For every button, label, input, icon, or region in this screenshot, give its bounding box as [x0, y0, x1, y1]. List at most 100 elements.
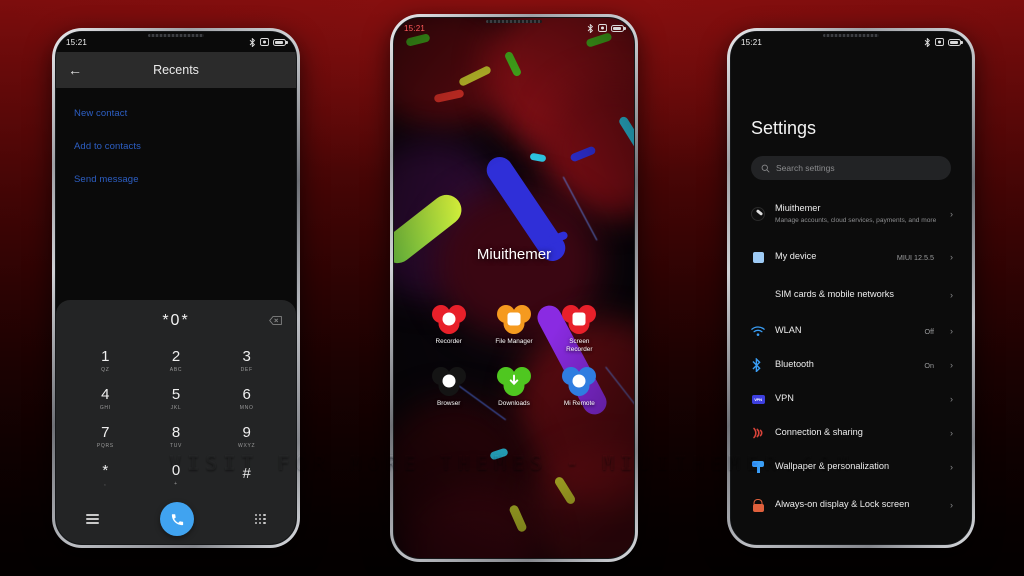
- app-icon-file-manager[interactable]: File Manager: [481, 304, 546, 354]
- app-glyph: [496, 304, 531, 334]
- status-time: 15:21: [66, 37, 88, 47]
- connection-sharing-icon: [753, 427, 763, 439]
- bluetooth-icon: [587, 23, 594, 33]
- home-screen: 15:21 Miuithemer Recorder File Manager Scr…: [394, 18, 634, 558]
- link-add-to-contacts[interactable]: Add to contacts: [74, 141, 278, 152]
- lock-icon: [751, 498, 765, 512]
- settings-row-my-device[interactable]: My device MIUI 12.5.5 ›: [731, 238, 971, 276]
- keypad-key-0[interactable]: 0 +: [141, 456, 212, 494]
- keypad-key-5[interactable]: 5 JKL: [141, 380, 212, 418]
- link-send-message[interactable]: Send message: [74, 174, 278, 185]
- keypad-key-9[interactable]: 9 WXYZ: [211, 418, 282, 456]
- settings-row-account[interactable]: Miuithemer Manage accounts, cloud service…: [731, 190, 971, 238]
- phone-settings: 15:21 Settings Search settings Miuitheme…: [727, 28, 975, 548]
- screenshot-icon: [260, 38, 269, 46]
- key-letters: QZ: [101, 366, 110, 373]
- row-title: Always-on display & Lock screen: [775, 499, 910, 510]
- row-icon: [751, 426, 765, 440]
- app-icon-mi-remote[interactable]: Mi Remote: [547, 366, 612, 408]
- bluetooth-icon: [752, 357, 761, 374]
- recents-action-links: New contact Add to contacts Send message: [56, 94, 296, 221]
- status-icons: [924, 37, 963, 47]
- key-letters: ,: [104, 480, 107, 487]
- keypad-key-3[interactable]: 3 DEF: [211, 342, 282, 380]
- menu-icon[interactable]: [86, 512, 100, 527]
- settings-row-wlan[interactable]: WLAN Off ›: [731, 314, 971, 348]
- link-new-contact[interactable]: New contact: [74, 108, 278, 119]
- dialer-bottom-bar: [56, 494, 296, 544]
- row-value: MIUI 12.5.5: [896, 252, 934, 262]
- keypad-key-8[interactable]: 8 TUV: [141, 418, 212, 456]
- backspace-icon[interactable]: [269, 312, 282, 330]
- settings-row-connection-sharing[interactable]: Connection & sharing ›: [731, 416, 971, 450]
- earpiece-speaker: [486, 20, 542, 23]
- app-icon-recorder[interactable]: Recorder: [416, 304, 481, 354]
- keypad-key-6[interactable]: 6 MNO: [211, 380, 282, 418]
- row-icon: [751, 324, 765, 338]
- bluetooth-icon: [249, 37, 256, 47]
- key-digit: 7: [101, 424, 110, 442]
- app-glyph: [562, 366, 597, 396]
- keypad-key-star[interactable]: *,: [70, 456, 141, 494]
- settings-row-bluetooth[interactable]: Bluetooth On ›: [731, 348, 971, 382]
- chevron-right-icon: ›: [950, 252, 953, 262]
- device-icon: [752, 251, 764, 263]
- chevron-right-icon: ›: [950, 462, 953, 472]
- row-icon: VPN: [751, 392, 765, 406]
- chevron-right-icon: ›: [950, 326, 953, 336]
- call-button[interactable]: [160, 502, 195, 536]
- keypad-key-4[interactable]: 4 GHI: [70, 380, 141, 418]
- settings-row-vpn[interactable]: VPN VPN ›: [731, 382, 971, 416]
- status-time: 15:21: [741, 37, 763, 47]
- keypad-key-7[interactable]: 7 PQRS: [70, 418, 141, 456]
- key-digit: #: [242, 465, 251, 483]
- status-icons: [249, 37, 288, 47]
- key-digit: 3: [242, 348, 251, 366]
- chevron-right-icon: ›: [950, 500, 953, 510]
- settings-row-aod-lock[interactable]: Always-on display & Lock screen ›: [731, 484, 971, 526]
- keypad-grid-icon[interactable]: [254, 513, 266, 525]
- search-icon: [761, 164, 770, 173]
- search-settings-input[interactable]: Search settings: [751, 156, 951, 180]
- dialed-number: *0*: [162, 312, 190, 329]
- row-text: VPN: [775, 393, 940, 405]
- wallpaper-icon: [751, 460, 765, 474]
- keypad-key-2[interactable]: 2 ABC: [141, 342, 212, 380]
- settings-row-wallpaper[interactable]: Wallpaper & personalization ›: [731, 450, 971, 484]
- row-text: SIM cards & mobile networks: [775, 289, 940, 301]
- app-label: Downloads: [498, 400, 530, 407]
- phone-home-screen: 15:21 Miuithemer Recorder File Manager Scr…: [390, 14, 638, 562]
- key-letters: MNO: [239, 404, 254, 411]
- search-placeholder: Search settings: [776, 163, 835, 173]
- keypad-keys: 1 QZ 2 ABC 3 DEF 4 GHI 5 JKL 6 MNO 7 PQRS 8 TUV 9 WXYZ *, 0…: [56, 342, 296, 494]
- app-icon-screen-recorder[interactable]: Screen Recorder: [547, 304, 612, 354]
- keypad-key-hash[interactable]: #: [211, 456, 282, 494]
- row-icon: [751, 207, 765, 221]
- app-glyph: [431, 366, 466, 396]
- app-icon-browser[interactable]: Browser: [416, 366, 481, 408]
- bluetooth-icon: [924, 37, 931, 47]
- key-digit: 6: [242, 386, 251, 404]
- earpiece-speaker: [823, 34, 879, 37]
- app-glyph: [431, 304, 466, 334]
- wallpaper-title: Miuithemer: [476, 246, 552, 263]
- chevron-right-icon: ›: [950, 360, 953, 370]
- key-digit: 4: [101, 386, 110, 404]
- battery-icon: [948, 38, 963, 46]
- account-avatar-icon: [751, 207, 765, 221]
- row-value: Off: [924, 326, 934, 336]
- app-label: Recorder: [435, 338, 462, 345]
- row-text: Always-on display & Lock screen: [775, 499, 940, 511]
- earpiece-speaker: [148, 34, 204, 37]
- key-letters: PQRS: [96, 442, 114, 449]
- chevron-right-icon: ›: [950, 290, 953, 300]
- app-icon-downloads[interactable]: Downloads: [481, 366, 546, 408]
- keypad-key-1[interactable]: 1 QZ: [70, 342, 141, 380]
- settings-list: Miuithemer Manage accounts, cloud service…: [731, 190, 971, 544]
- status-icons: [587, 23, 626, 33]
- settings-row-sim-cards[interactable]: SIM cards & mobile networks ›: [731, 276, 971, 314]
- key-digit: 9: [242, 424, 251, 442]
- row-title: Miuithemer: [775, 202, 821, 213]
- key-letters: JKL: [170, 404, 182, 411]
- status-time: 15:21: [404, 23, 426, 33]
